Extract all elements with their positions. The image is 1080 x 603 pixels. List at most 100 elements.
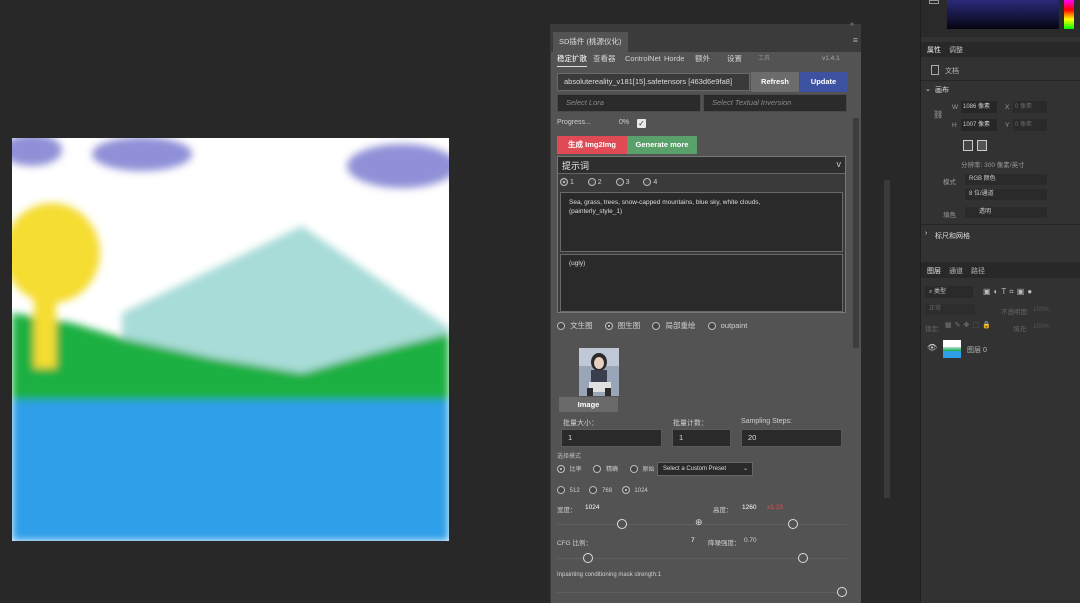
size-512-radio[interactable]: [557, 486, 565, 494]
hamburger-menu-icon[interactable]: ≡: [853, 35, 858, 45]
mode-txt2img-radio[interactable]: [557, 322, 565, 331]
prompt-tab-3[interactable]: 3: [626, 179, 630, 186]
custom-preset-select[interactable]: Select a Custom Preset ⌄: [657, 462, 753, 476]
update-button[interactable]: Update: [800, 72, 847, 92]
canvas-section-chevron-icon[interactable]: ⌄: [925, 85, 931, 93]
select-mode-precise-radio[interactable]: [593, 465, 602, 474]
prompt-tab-2[interactable]: 2: [598, 179, 602, 186]
canvas-x-input[interactable]: 0 像素: [1013, 101, 1047, 113]
height-slider-knob[interactable]: [788, 519, 798, 529]
prompt-tab-1-radio[interactable]: [560, 178, 568, 186]
textual-inversion-select[interactable]: Select Textual Inversion: [703, 94, 847, 112]
tab-paths[interactable]: 路径: [971, 266, 985, 276]
blend-mode-select[interactable]: 正常: [925, 304, 975, 315]
canvas-width-input[interactable]: 1086 像素: [961, 101, 997, 113]
hue-slider[interactable]: [1064, 0, 1074, 29]
link-icon[interactable]: ⛓: [933, 110, 943, 119]
prompt-tab-4-radio[interactable]: [643, 178, 652, 186]
mode-outpaint-radio[interactable]: [707, 322, 716, 331]
select-mode-original-radio[interactable]: [629, 465, 638, 474]
layer-kind-filter[interactable]: ⌕ 类型: [925, 286, 973, 298]
canvas-height-input[interactable]: 1007 像素: [961, 119, 997, 131]
prompt-tab-4[interactable]: 4: [653, 179, 657, 186]
landscape-orientation-icon[interactable]: [977, 140, 987, 151]
tab-tools[interactable]: 工具: [758, 52, 770, 66]
collapse-icon[interactable]: «: [850, 21, 854, 28]
lora-select[interactable]: Select Lora: [557, 94, 701, 112]
tab-layers[interactable]: 图层: [927, 266, 941, 276]
tab-extras[interactable]: 额外: [695, 52, 710, 66]
generate-more-button[interactable]: Generate more: [627, 136, 697, 154]
tab-properties[interactable]: 属性: [927, 45, 941, 55]
model-select[interactable]: absolutereality_v181[15].safetensors [46…: [557, 73, 750, 91]
select-mode-ratio-radio[interactable]: [557, 465, 565, 474]
prompt-header[interactable]: 提示词 v: [558, 157, 845, 174]
denoise-slider-knob[interactable]: [798, 553, 808, 563]
prompt-tab-1[interactable]: 1: [570, 179, 574, 186]
tab-channels[interactable]: 通道: [949, 266, 963, 276]
image-button[interactable]: Image: [559, 397, 618, 412]
tab-viewer[interactable]: 查看器: [593, 52, 616, 66]
select-mode-precise[interactable]: 精确: [606, 467, 618, 473]
visibility-eye-icon[interactable]: 👁: [927, 343, 937, 352]
prompt-title: 提示词: [562, 161, 590, 171]
layer-row[interactable]: 👁 图层 0: [921, 338, 1080, 360]
mode-outpaint[interactable]: outpaint: [721, 321, 748, 330]
fill-select[interactable]: 透明: [965, 207, 1047, 218]
init-image-thumbnail[interactable]: [579, 348, 619, 396]
size-768-radio[interactable]: [589, 486, 598, 494]
batch-count-input[interactable]: 1: [672, 429, 731, 447]
prompt-tab-3-radio[interactable]: [615, 178, 624, 186]
tab-horde[interactable]: Horde: [664, 52, 684, 66]
size-768[interactable]: 768: [602, 488, 612, 494]
color-swatch-icon[interactable]: [929, 0, 939, 4]
select-mode-original[interactable]: 原始: [642, 467, 654, 473]
painting-canvas[interactable]: [12, 138, 449, 541]
mode-inpaint-radio[interactable]: [652, 322, 661, 331]
canvas-y-input[interactable]: 0 像素: [1013, 119, 1047, 131]
layer-name[interactable]: 图层 0: [967, 345, 987, 355]
size-preset-row: 512 768 1024: [557, 486, 648, 494]
positive-prompt-textarea[interactable]: Sea, grass, trees, snow-capped mountains…: [560, 192, 843, 252]
prompt-tab-2-radio[interactable]: [587, 178, 596, 186]
size-1024[interactable]: 1024: [634, 488, 647, 494]
mode-txt2img[interactable]: 文生图: [570, 321, 593, 330]
link-ratio-icon[interactable]: ⊕: [695, 517, 703, 528]
cfg-slider-knob[interactable]: [583, 553, 593, 563]
mode-img2img[interactable]: 图生图: [618, 321, 641, 330]
color-picker-area[interactable]: [921, 0, 1080, 37]
mode-img2img-radio[interactable]: [604, 322, 613, 331]
bit-depth-select[interactable]: 8 位/通道: [965, 189, 1047, 200]
progress-checkbox[interactable]: ✓: [637, 119, 646, 128]
refresh-button[interactable]: Refresh: [751, 72, 799, 92]
sampling-steps-input[interactable]: 20: [741, 429, 842, 447]
mode-inpaint[interactable]: 局部重绘: [665, 321, 695, 330]
tab-stable-diffusion[interactable]: 稳定扩散: [557, 52, 587, 67]
fill-opacity-value[interactable]: 100%: [1033, 323, 1050, 330]
panel-scrollbar[interactable]: [853, 118, 859, 348]
generate-img2img-button[interactable]: 生成 Img2Img: [557, 136, 627, 154]
plugin-tab[interactable]: SD插件 (桃源仪化): [553, 32, 628, 52]
mask-strength-slider-knob[interactable]: [837, 587, 847, 597]
tab-controlnet[interactable]: ControlNet: [625, 52, 661, 66]
tab-settings[interactable]: 设置: [727, 52, 742, 66]
select-mode-ratio[interactable]: 比率: [570, 467, 582, 473]
negative-prompt-textarea[interactable]: (ugly): [560, 254, 843, 312]
width-slider-knob[interactable]: [617, 519, 627, 529]
layer-filter-icons[interactable]: ▣◐T⌗▣●: [983, 286, 1073, 298]
lock-icons[interactable]: ▦✎✥⬚🔒: [945, 321, 1009, 332]
color-field[interactable]: [947, 0, 1059, 29]
batch-size-input[interactable]: 1: [561, 429, 662, 447]
tab-adjustments[interactable]: 调整: [949, 45, 963, 55]
size-1024-radio[interactable]: [621, 486, 630, 494]
dock-scrollbar[interactable]: [884, 180, 890, 498]
opacity-value[interactable]: 100%: [1033, 306, 1050, 313]
rulers-chevron-icon[interactable]: ›: [925, 230, 927, 237]
document-canvas-area[interactable]: [0, 0, 548, 603]
portrait-orientation-icon[interactable]: [963, 140, 973, 151]
sea: [12, 400, 449, 541]
size-512[interactable]: 512: [570, 488, 580, 494]
chevron-down-icon[interactable]: v: [837, 159, 842, 169]
color-mode-select[interactable]: RGB 颜色: [965, 174, 1047, 185]
plugin-subtabs: 稳定扩散 查看器 ControlNet Horde 额外 设置 工具 v1.4.…: [557, 52, 853, 68]
